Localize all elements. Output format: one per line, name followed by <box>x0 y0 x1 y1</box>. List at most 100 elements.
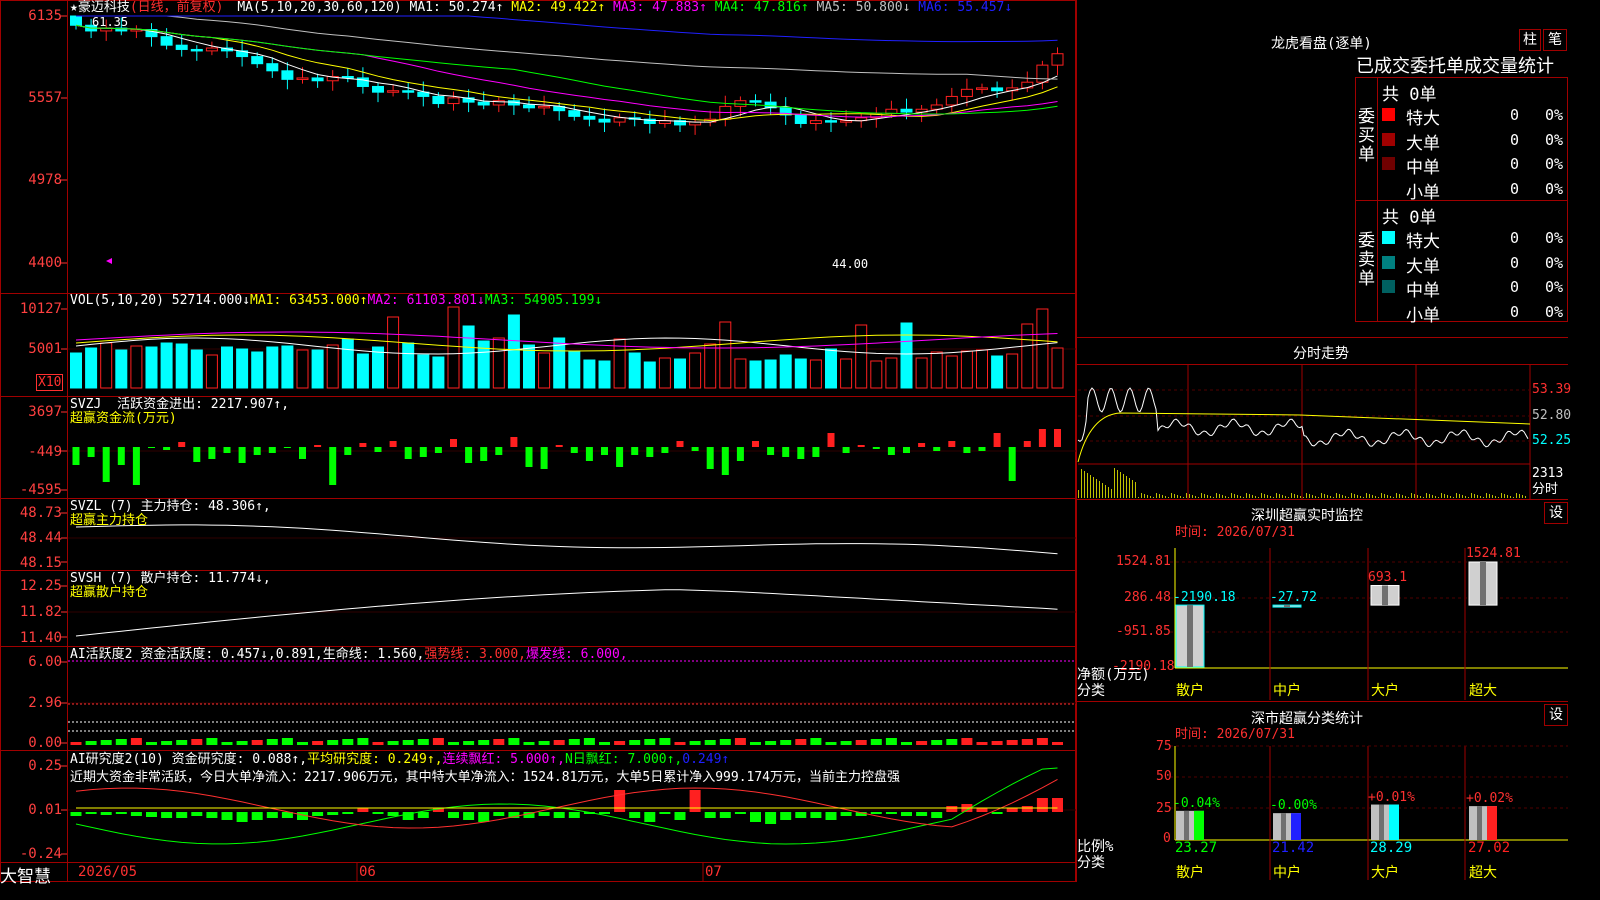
candle-body[interactable] <box>1021 81 1034 89</box>
classify-bar-2 <box>1371 804 1399 840</box>
ai1-bar <box>553 740 565 745</box>
candle-body[interactable] <box>568 110 581 117</box>
volume-bar <box>991 355 1004 389</box>
vol-ma2: MA2: 61103.801↓ <box>367 293 485 308</box>
candle-body[interactable] <box>175 44 188 50</box>
classify-settings-button[interactable]: 设 <box>1544 704 1568 726</box>
svzj-bar <box>706 447 714 469</box>
ai1-bar <box>146 742 157 745</box>
svzj-bar <box>253 447 261 455</box>
candle-body[interactable] <box>205 47 218 52</box>
candle-body[interactable] <box>825 120 837 123</box>
svzj-bar <box>570 447 578 453</box>
monitor-bar-shade <box>1480 562 1486 606</box>
candle-body[interactable] <box>749 100 762 103</box>
candle-body[interactable] <box>809 120 822 124</box>
intraday-vol-bar <box>1336 493 1337 498</box>
tick-view-button[interactable]: 笔 <box>1543 29 1567 51</box>
intraday-vol-bar <box>1342 495 1343 498</box>
vol-unit-badge[interactable]: X10 <box>36 374 64 391</box>
ai2-bar <box>931 812 943 818</box>
ai2-e: 0.249↑ <box>682 752 730 767</box>
classify-bar-shade <box>1379 804 1384 840</box>
sell-color-swatch <box>1382 280 1395 293</box>
candle-body[interactable] <box>311 77 324 82</box>
svzj-bar <box>646 447 654 457</box>
intraday-unit: 分时 <box>1532 482 1559 497</box>
intraday-vol-bar <box>1435 496 1436 498</box>
ai2-bar <box>70 812 82 816</box>
ai1-bar <box>629 740 641 745</box>
monitor-bar-2 <box>1370 585 1400 606</box>
svzj-bar <box>72 447 80 465</box>
intraday-vol-bar <box>1465 496 1466 498</box>
candle-body[interactable] <box>583 115 596 120</box>
intraday-vol-bar <box>1402 495 1403 498</box>
candle-body[interactable] <box>402 90 415 93</box>
candle-body[interactable] <box>794 114 807 124</box>
candle-body[interactable] <box>477 101 490 106</box>
ai2-c: 连续飘红: 5.000↑, <box>442 752 565 767</box>
candle-body[interactable] <box>251 56 264 65</box>
sell-row-count: 0 <box>1510 302 1520 321</box>
intraday-vol-bar <box>1459 494 1460 498</box>
candle-body[interactable] <box>432 95 445 105</box>
svzj-line2: 超赢资金流(万元) <box>70 411 177 426</box>
candle-body[interactable] <box>160 36 173 46</box>
classify-bar <box>1371 804 1399 840</box>
candle-body[interactable] <box>281 70 294 80</box>
kline-chart-area[interactable] <box>0 0 1076 882</box>
candle-body[interactable] <box>266 63 279 72</box>
candle-body[interactable] <box>900 108 913 113</box>
classify-time: 时间: 2026/07/31 <box>1175 727 1295 742</box>
intraday-vol-bar <box>1510 496 1511 498</box>
sell-color-swatch <box>1382 304 1395 318</box>
brand-logo[interactable]: 大智慧 <box>0 862 51 887</box>
candle-body[interactable] <box>296 77 309 80</box>
svzj-bar <box>419 447 427 457</box>
stock-name[interactable]: 豪迈科技 <box>78 0 130 15</box>
candle-body[interactable] <box>1036 64 1049 83</box>
svzj-bar <box>887 447 895 455</box>
ma2-line <box>75 24 1058 122</box>
candle-body[interactable] <box>538 105 551 109</box>
lhb-tabs[interactable]: 已成交委托单成交量统计 <box>1356 52 1554 78</box>
intraday-vol-bar <box>1207 495 1208 498</box>
candle-body[interactable] <box>598 118 611 123</box>
ma-label-3: MA3: 47.883↑ <box>605 0 707 15</box>
candle-body[interactable] <box>613 117 626 123</box>
ai1-bar <box>946 739 958 745</box>
candle-body[interactable] <box>1051 53 1064 66</box>
intraday-vol-bar <box>1198 497 1199 498</box>
candle-body[interactable] <box>991 87 1004 92</box>
intraday-vol-bar <box>1183 497 1184 498</box>
candle-body[interactable] <box>190 48 203 52</box>
svzj-bar <box>601 447 608 455</box>
ai1-bar <box>357 738 369 745</box>
intraday-vol-bar <box>1378 497 1379 498</box>
candle-body[interactable] <box>387 90 400 93</box>
classify-category-label: 大户 <box>1371 865 1399 881</box>
ai2-bar <box>734 812 746 814</box>
svzl-line <box>75 524 1058 555</box>
candle-body[interactable] <box>945 95 958 106</box>
volume-bar <box>870 360 883 389</box>
candle-body[interactable] <box>372 85 384 93</box>
intraday-vol-bar <box>1186 493 1187 498</box>
intraday-vol-bar <box>1297 495 1298 498</box>
candle-body[interactable] <box>523 104 535 109</box>
monitor-yaxis-1: 286.48 <box>1124 590 1171 605</box>
volume-bar <box>915 357 928 389</box>
candle-body[interactable] <box>960 88 973 97</box>
ai2-bar <box>840 812 852 816</box>
monitor-settings-button[interactable]: 设 <box>1544 502 1568 524</box>
candle-body[interactable] <box>447 97 460 105</box>
intraday-vol-bar <box>1147 495 1148 498</box>
candle-body[interactable] <box>976 87 988 90</box>
svzj-bar <box>540 447 548 469</box>
intraday-title[interactable]: 分时走势 <box>1293 343 1349 363</box>
candle-body[interactable] <box>70 15 82 26</box>
ai2-bar <box>659 812 671 814</box>
column-view-button[interactable]: 柱 <box>1519 29 1541 51</box>
kline-mode[interactable]: (日线，前复权) <box>130 0 224 15</box>
